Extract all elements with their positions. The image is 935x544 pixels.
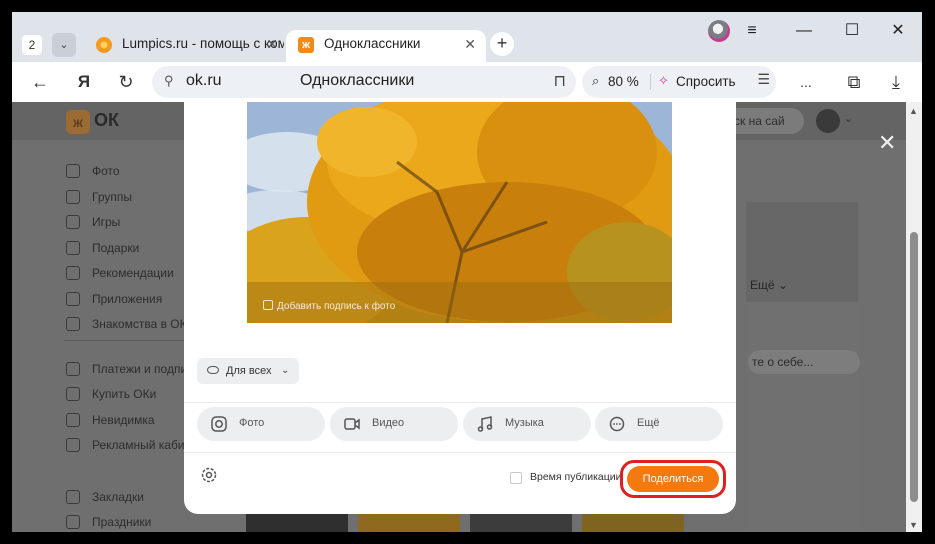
audience-select[interactable]: Для всех ⌄ — [197, 358, 299, 384]
share-button[interactable]: Поделиться — [627, 466, 719, 492]
new-tab-plus-icon[interactable]: + — [490, 32, 514, 56]
celebration-icon — [66, 515, 80, 529]
post-composer-modal: Добавить подпись к фото Для всех ⌄ Фото … — [184, 102, 736, 514]
address-bar[interactable]: ⚲ ok.ru Одноклассники ⊓ — [152, 66, 576, 98]
ads-icon — [66, 438, 80, 452]
ai-sparkle-icon: ✧ — [658, 73, 669, 88]
audience-label: Для всех — [226, 365, 272, 377]
maximize-icon[interactable]: ☐ — [838, 18, 866, 44]
tab-title: Одноклассники — [324, 36, 421, 51]
close-window-icon[interactable]: ✕ — [884, 18, 912, 44]
attach-video-button[interactable]: Видео — [330, 407, 458, 441]
address-host: ok.ru — [186, 72, 222, 89]
tab-bar: 2 ⌄ Lumpics.ru - помощь с ком ✕ ж Однокл… — [12, 12, 922, 62]
zoom-and-ask-panel: ⌕ 80 % ✧ Спросить ☰ — [582, 66, 776, 98]
navigation-bar: ← Я ↻ ⚲ ok.ru Одноклассники ⊓ ⌕ 80 % ✧ С… — [12, 62, 922, 102]
more-button[interactable]: ... — [792, 68, 820, 96]
scrollbar-thumb[interactable] — [910, 232, 918, 502]
separator — [184, 452, 736, 453]
coin-icon — [66, 387, 80, 401]
scroll-up-icon[interactable]: ▲ — [909, 106, 918, 116]
eye-icon — [207, 366, 219, 374]
scroll-down-icon[interactable]: ▼ — [909, 520, 918, 530]
zoom-level[interactable]: 80 % — [608, 74, 639, 89]
tab-list-chevron-down-icon[interactable]: ⌄ — [52, 33, 76, 57]
apps-icon — [66, 292, 80, 306]
gamepad-icon — [66, 215, 80, 229]
attach-photo-button[interactable]: Фото — [197, 407, 325, 441]
close-modal-icon[interactable]: ✕ — [878, 130, 896, 156]
page-content: ж ОК ск на сай ⌄ Фото Группы Игры Подарк… — [12, 102, 922, 532]
page-scrollbar[interactable]: ▲ ▼ — [906, 102, 922, 532]
ok-logo-text[interactable]: ОК — [94, 110, 119, 131]
invisible-icon — [66, 413, 80, 427]
right-more-link[interactable]: Ещё ⌄ — [750, 278, 788, 292]
bookmark-icon — [66, 490, 80, 504]
attach-music-button[interactable]: Музыка — [463, 407, 591, 441]
attach-more-button[interactable]: Ещё — [595, 407, 723, 441]
yandex-logo-icon[interactable]: Я — [70, 68, 98, 96]
more-icon — [609, 416, 625, 432]
separator — [650, 74, 651, 90]
add-caption-button[interactable]: Добавить подпись к фото — [263, 300, 395, 312]
back-arrow-icon[interactable]: ← — [26, 68, 54, 96]
wallet-icon — [66, 362, 80, 376]
zoom-icon[interactable]: ⌕ — [592, 73, 599, 89]
download-icon[interactable]: ⤓ — [882, 68, 910, 96]
site-info-icon[interactable]: ⚲ — [164, 73, 180, 89]
chevron-down-icon[interactable]: ⌄ — [844, 112, 853, 125]
publish-time-checkbox[interactable] — [510, 472, 522, 484]
browser-window: 2 ⌄ Lumpics.ru - помощь с ком ✕ ж Однокл… — [12, 12, 922, 532]
address-page-title: Одноклассники — [300, 72, 415, 89]
panel-menu-icon[interactable]: ☰ — [757, 71, 770, 88]
ok-logo-icon[interactable]: ж — [66, 110, 90, 134]
bookmark-icon[interactable]: ⊓ — [554, 71, 566, 91]
compass-icon — [66, 266, 80, 280]
publish-time-label: Время публикации — [530, 471, 622, 483]
gift-icon — [66, 241, 80, 255]
ok-search-input[interactable]: ск на сай — [726, 108, 804, 134]
video-icon — [344, 418, 360, 430]
dating-icon — [66, 317, 80, 331]
camera-icon — [211, 416, 227, 432]
separator — [184, 402, 736, 403]
edit-pencil-icon — [263, 300, 273, 310]
minimize-icon[interactable]: — — [790, 18, 818, 44]
window-menu-icon[interactable]: ≡ — [738, 18, 766, 44]
music-icon — [477, 416, 493, 432]
attached-photo[interactable]: Добавить подпись к фото — [247, 102, 672, 323]
camera-icon — [66, 164, 80, 178]
tab-close-icon[interactable]: ✕ — [464, 30, 476, 58]
extensions-icon[interactable]: ⧉ — [840, 68, 868, 96]
groups-icon — [66, 190, 80, 204]
autumn-tree-picture — [247, 102, 672, 323]
tab-close-icon[interactable]: ✕ — [266, 30, 278, 58]
reload-icon[interactable]: ↻ — [112, 68, 140, 96]
chevron-down-icon: ⌄ — [281, 365, 290, 376]
settings-gear-icon[interactable] — [200, 466, 218, 484]
tab-count-badge[interactable]: 2 — [22, 35, 42, 55]
profile-avatar-icon[interactable] — [708, 20, 730, 42]
lumpics-favicon-icon — [96, 37, 112, 53]
ok-user-avatar[interactable] — [816, 109, 840, 133]
tab-odnoklassniki[interactable]: ж Одноклассники ✕ — [286, 30, 486, 62]
tab-lumpics[interactable]: Lumpics.ru - помощь с ком ✕ — [84, 30, 284, 62]
ok-favicon-icon: ж — [298, 37, 314, 53]
right-profile-card — [746, 302, 858, 532]
ask-button[interactable]: Спросить — [676, 74, 736, 89]
about-me-input[interactable]: те о себе... — [748, 350, 860, 374]
tab-title: Lumpics.ru - помощь с ком — [122, 36, 284, 51]
